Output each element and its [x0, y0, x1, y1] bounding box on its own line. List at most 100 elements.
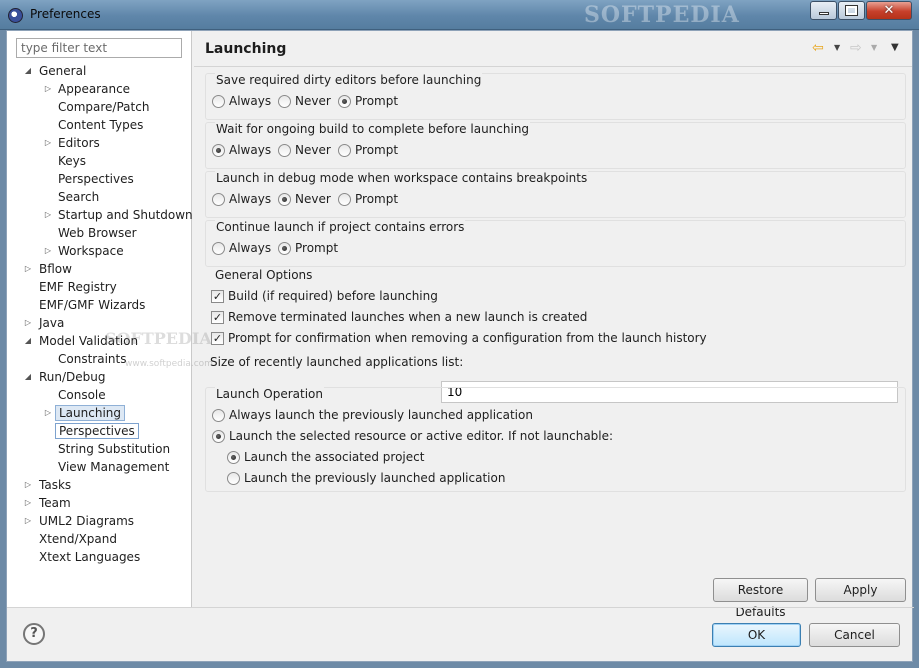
tree-item[interactable]: Xtext Languages: [7, 548, 191, 566]
help-icon[interactable]: ?: [23, 623, 45, 645]
restore-defaults-button[interactable]: Restore Defaults: [713, 578, 808, 619]
save-dirty-always[interactable]: Always: [212, 93, 271, 109]
radio-button[interactable]: [212, 408, 225, 422]
forward-arrow-icon[interactable]: ⇨: [850, 39, 862, 57]
title-separator: [194, 66, 912, 67]
tree-item[interactable]: ▷ Editors: [7, 134, 191, 152]
minimize-icon: [818, 12, 829, 15]
radio-button[interactable]: [278, 94, 291, 108]
debug-mode-never[interactable]: Never: [278, 191, 331, 207]
tree-item[interactable]: Keys: [7, 152, 191, 170]
checkbox[interactable]: ✓: [211, 289, 224, 303]
radio-button[interactable]: [338, 143, 351, 157]
collapsed-arrow-icon[interactable]: ▷: [43, 404, 53, 422]
tree-item[interactable]: String Substitution: [7, 440, 191, 458]
tree-item[interactable]: ▷ Launching: [7, 404, 191, 422]
collapsed-arrow-icon[interactable]: ▷: [23, 476, 33, 494]
back-arrow-icon[interactable]: ⇦: [812, 39, 824, 57]
tree-item-label: General: [39, 64, 87, 78]
size-label: Size of recently launched applications l…: [210, 355, 464, 369]
tree-item[interactable]: ▷ Workspace: [7, 242, 191, 260]
radio-button[interactable]: [212, 94, 225, 108]
cancel-button[interactable]: Cancel: [809, 623, 900, 647]
tree-item[interactable]: ▷ Startup and Shutdown: [7, 206, 193, 224]
tree-item[interactable]: Console: [7, 386, 191, 404]
expanded-arrow-icon[interactable]: ◢: [23, 332, 33, 350]
tree-item[interactable]: ▷ Appearance: [7, 80, 191, 98]
tree-item[interactable]: ▷ Tasks: [7, 476, 191, 494]
radio-button[interactable]: [212, 192, 225, 206]
tree-item[interactable]: ▷ Bflow: [7, 260, 191, 278]
collapsed-arrow-icon[interactable]: ▷: [23, 512, 33, 530]
apply-button[interactable]: Apply: [815, 578, 906, 602]
radio-button[interactable]: [212, 241, 225, 255]
tree-item[interactable]: Search: [7, 188, 191, 206]
tree-item[interactable]: Perspectives: [7, 422, 191, 440]
debug-mode-always[interactable]: Always: [212, 191, 271, 207]
radio-button[interactable]: [338, 192, 351, 206]
checkbox[interactable]: ✓: [211, 310, 224, 324]
expanded-arrow-icon[interactable]: ◢: [23, 368, 33, 386]
radio-button[interactable]: [278, 143, 291, 157]
radio-button[interactable]: [227, 471, 240, 485]
radio-button[interactable]: [278, 241, 291, 255]
collapsed-arrow-icon: [43, 224, 53, 242]
prompt-confirm-option[interactable]: ✓ Prompt for confirmation when removing a…: [211, 330, 707, 346]
radio-button[interactable]: [278, 192, 291, 206]
tree-item[interactable]: ▷ Team: [7, 494, 191, 512]
checkbox[interactable]: ✓: [211, 331, 224, 345]
dialog-client: ◢ General ▷ Appearance Compare/Patch Content …: [6, 30, 914, 662]
tree-item[interactable]: ◢ General: [7, 62, 191, 80]
minimize-button[interactable]: [810, 1, 837, 20]
wait-build-prompt[interactable]: Prompt: [338, 142, 398, 158]
collapsed-arrow-icon[interactable]: ▷: [23, 314, 33, 332]
tree-item[interactable]: EMF Registry: [7, 278, 191, 296]
always-previous-option[interactable]: Always launch the previously launched ap…: [212, 407, 533, 423]
collapsed-arrow-icon[interactable]: ▷: [23, 494, 33, 512]
tree-item-label: Constraints: [58, 352, 127, 366]
continue-errors-prompt[interactable]: Prompt: [278, 240, 338, 256]
collapsed-arrow-icon[interactable]: ▷: [23, 260, 33, 278]
radio-button[interactable]: [212, 143, 225, 157]
collapsed-arrow-icon: [43, 188, 53, 206]
tree-item[interactable]: Perspectives: [7, 170, 191, 188]
collapsed-arrow-icon[interactable]: ▷: [43, 242, 53, 260]
radio-button[interactable]: [227, 450, 240, 464]
launch-selected-option[interactable]: Launch the selected resource or active e…: [212, 428, 613, 444]
remove-terminated-option[interactable]: ✓ Remove terminated launches when a new l…: [211, 309, 587, 325]
launch-associated-option[interactable]: Launch the associated project: [227, 449, 424, 465]
forward-dropdown-icon[interactable]: ▼: [871, 39, 877, 57]
collapsed-arrow-icon[interactable]: ▷: [43, 80, 53, 98]
collapsed-arrow-icon: [23, 296, 33, 314]
tree-item[interactable]: Xtend/Xpand: [7, 530, 191, 548]
close-button[interactable]: ✕: [866, 1, 912, 20]
debug-mode-prompt[interactable]: Prompt: [338, 191, 398, 207]
tree-item[interactable]: ◢ Run/Debug: [7, 368, 191, 386]
tree-item[interactable]: ▷ UML2 Diagrams: [7, 512, 191, 530]
wait-build-always[interactable]: Always: [212, 142, 271, 158]
launch-previous-option[interactable]: Launch the previously launched applicati…: [227, 470, 505, 486]
ok-button[interactable]: OK: [712, 623, 801, 647]
maximize-button[interactable]: [838, 1, 865, 20]
tree-item[interactable]: Content Types: [7, 116, 191, 134]
filter-input[interactable]: [16, 38, 182, 58]
tree-item[interactable]: Web Browser: [7, 224, 191, 242]
build-before-option[interactable]: ✓ Build (if required) before launching: [211, 288, 438, 304]
radio-button[interactable]: [338, 94, 351, 108]
view-menu-icon[interactable]: ▼: [891, 39, 899, 57]
tree-item-label: Perspectives: [55, 423, 139, 439]
collapsed-arrow-icon[interactable]: ▷: [43, 206, 53, 224]
save-dirty-prompt[interactable]: Prompt: [338, 93, 398, 109]
tree-item[interactable]: EMF/GMF Wizards: [7, 296, 191, 314]
expanded-arrow-icon[interactable]: ◢: [23, 62, 33, 80]
radio-button[interactable]: [212, 429, 225, 443]
tree-item[interactable]: Compare/Patch: [7, 98, 191, 116]
wait-build-never[interactable]: Never: [278, 142, 331, 158]
tree-item[interactable]: View Management: [7, 458, 191, 476]
collapsed-arrow-icon[interactable]: ▷: [43, 134, 53, 152]
save-dirty-group: Save required dirty editors before launc…: [205, 73, 906, 120]
save-dirty-never[interactable]: Never: [278, 93, 331, 109]
back-dropdown-icon[interactable]: ▼: [834, 39, 840, 57]
tree-item-label: Compare/Patch: [58, 100, 150, 114]
continue-errors-always[interactable]: Always: [212, 240, 271, 256]
